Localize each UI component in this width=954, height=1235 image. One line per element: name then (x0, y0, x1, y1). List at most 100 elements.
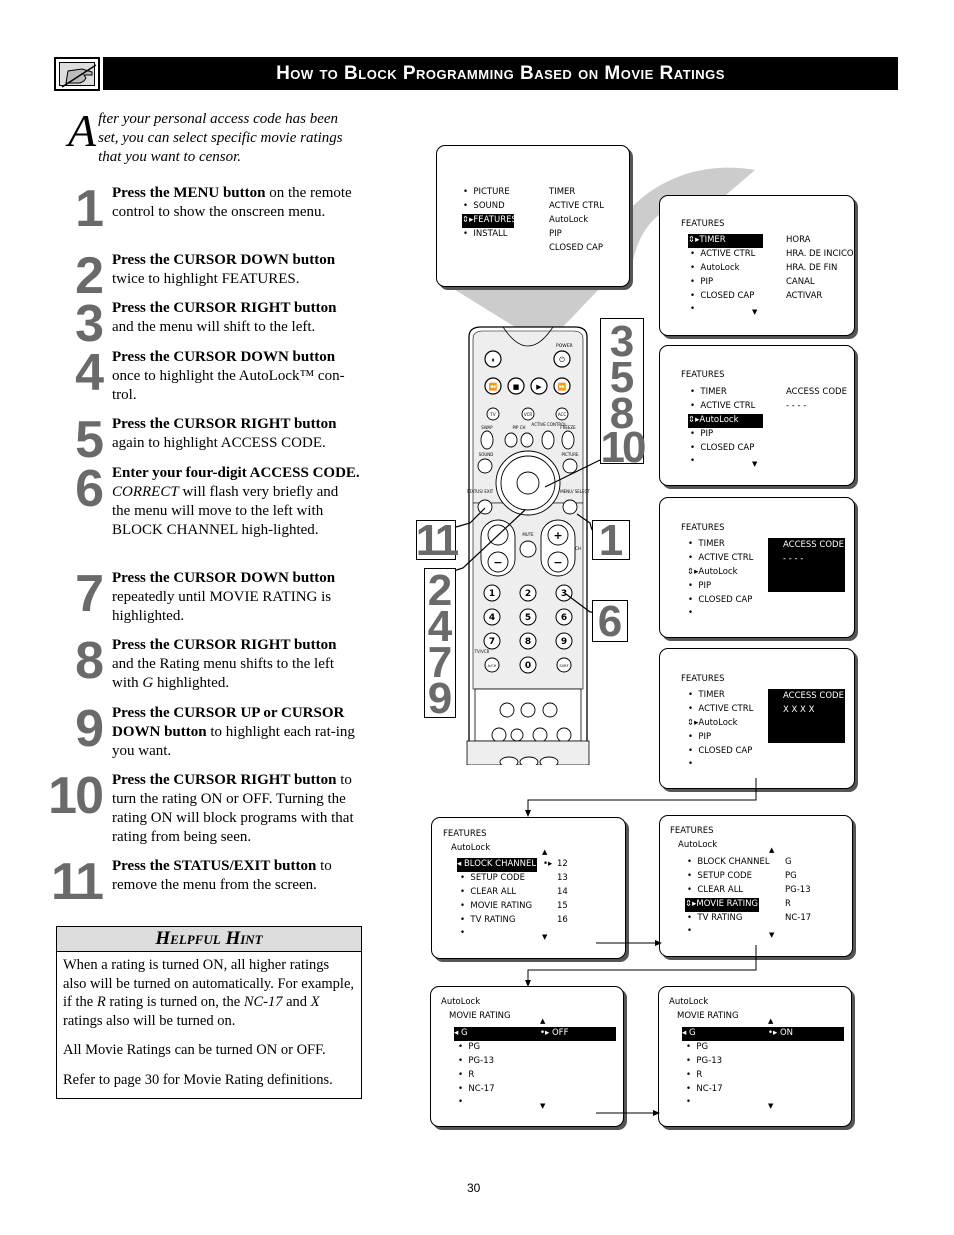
step-text: Press the CURSOR UP or CURSOR DOWN butto… (112, 705, 355, 759)
menu-item-selected: ⇕▸AutoLock (687, 718, 738, 728)
pip-up-button (520, 432, 534, 448)
channel-number: 14 (557, 887, 568, 897)
remote-beam (452, 288, 600, 330)
hint-title: Helpful Hint (57, 927, 361, 952)
menu-item: • INSTALL (463, 229, 508, 239)
hint-body: When a rating is turned ON, all higher r… (57, 952, 361, 1104)
callout-box-left-bottom: 2 4 7 9 (424, 568, 456, 721)
menu-item: • (688, 608, 694, 618)
menu-item-highlighted: ⇕▸AutoLock (688, 414, 763, 428)
menu-item: • (690, 304, 696, 314)
submenu-item: HRA. DE FIN (786, 263, 838, 273)
scroll-up-icon: ▲ (769, 846, 775, 854)
intro-paragraph: After your personal access code has been… (68, 105, 362, 167)
step-number: 8 (75, 632, 104, 690)
scroll-down-icon: ▼ (769, 931, 775, 939)
rating-option: NC-17 (785, 913, 812, 923)
svg-text:SURF: SURF (559, 664, 568, 668)
menu-item: • (690, 456, 696, 466)
svg-text:4: 4 (489, 613, 495, 623)
step-number: 5 (75, 411, 104, 469)
callout-box-right-top: 3 5 8 10 (600, 318, 646, 470)
menu-item: • R (458, 1070, 475, 1080)
step-text: Press the CURSOR DOWN button repeatedly … (112, 570, 336, 624)
step-text: Press the CURSOR RIGHT button and the Ra… (112, 637, 337, 691)
screen-title: FEATURES (681, 674, 725, 684)
svg-text:0: 0 (525, 661, 531, 671)
svg-text:■: ■ (513, 383, 520, 391)
submenu-item: CLOSED CAP (549, 243, 603, 253)
menu-item: • PG-13 (458, 1056, 495, 1066)
step-number: 10 (48, 767, 104, 825)
svg-text:A/CH: A/CH (488, 664, 497, 668)
screen-title: FEATURES (443, 829, 487, 839)
cursor-right-icon: •▸ (543, 859, 553, 869)
step-text: Press the STATUS/EXIT button to remove t… (112, 858, 332, 893)
pip-center-button (519, 756, 539, 765)
menu-item: • (686, 1097, 692, 1107)
step-number: 11 (51, 853, 104, 911)
step-text: Press the CURSOR RIGHT button and the me… (112, 300, 337, 335)
rating-option: R (785, 899, 791, 909)
svg-text:FREEZE: FREEZE (560, 425, 576, 430)
menu-item: • TIMER (688, 690, 725, 700)
rec-button (499, 702, 515, 718)
callout-box-right-bottom: 6 (592, 600, 628, 644)
callout-box-right-mid: 1 (592, 519, 630, 563)
screen-title: FEATURES (681, 219, 725, 229)
step-number: 4 (75, 344, 104, 402)
menu-item-highlighted: ⇕▸TIMER (688, 234, 763, 248)
channel-number: 16 (557, 915, 568, 925)
menu-item: • PIP (690, 277, 714, 287)
menu-item: • NC-17 (686, 1084, 723, 1094)
menu-item: • CLOSED CAP (688, 595, 753, 605)
menu-item: • TIMER (688, 539, 725, 549)
step-text: Press the CURSOR RIGHT button to turn th… (112, 772, 354, 845)
position-button (499, 756, 519, 765)
access-code-placeholder: - - - - (786, 401, 807, 411)
cc-button (520, 702, 536, 718)
screen-autolock-block-channel: FEATURES AutoLock ▲ ◂ BLOCK CHANNEL •▸ •… (431, 817, 626, 959)
menu-item-highlighted: ◂ BLOCK CHANNEL (457, 858, 537, 872)
menu-item: • SETUP CODE (687, 871, 752, 881)
page-number: 30 (467, 1181, 481, 1195)
menu-item: • PIP (688, 732, 712, 742)
menu-item: • CLEAR ALL (687, 885, 744, 895)
svg-text:−: − (553, 556, 562, 569)
screen-subtitle: MOVIE RATING (677, 1011, 739, 1021)
menu-item: • SETUP CODE (460, 873, 525, 883)
menu-item: • AutoLock (690, 263, 740, 273)
menu-item: • ACTIVE CTRL (688, 553, 754, 563)
menu-item: • PICTURE (463, 187, 510, 197)
prog-list-button (556, 727, 572, 743)
callout-box-left-mid: 11 (415, 516, 460, 565)
menu-item-highlighted: ⇕▸MOVIE RATING (685, 898, 759, 912)
power-label: POWER (556, 343, 573, 349)
step-text: Enter your four-digit ACCESS CODE. CORRE… (112, 465, 360, 538)
callout-number: 11 (415, 516, 460, 565)
menu-item: • PG (458, 1042, 481, 1052)
swap-button (480, 430, 494, 450)
menu-item: • TIMER (690, 387, 727, 397)
menu-item: • (458, 1097, 464, 1107)
access-code-box: ACCESS CODE - - - - (768, 538, 845, 592)
menu-item: • ACTIVE CTRL (688, 704, 754, 714)
active-control-button (541, 430, 555, 450)
step-number: 9 (75, 700, 104, 758)
step-text: Press the CURSOR DOWN button twice to hi… (112, 252, 336, 287)
cursor-center-button (516, 471, 540, 495)
svg-text:CH: CH (575, 546, 581, 551)
drop-cap: A (68, 105, 97, 156)
page-title: How to Block Programming Based on Movie … (276, 62, 725, 84)
screen-title: FEATURES (681, 523, 725, 533)
menu-item: • PIP (688, 581, 712, 591)
svg-text:5: 5 (525, 613, 531, 623)
svg-text:MUTE: MUTE (522, 532, 534, 537)
dolby-button (532, 727, 548, 743)
pip-button (539, 756, 559, 765)
screen-title: FEATURES (681, 370, 725, 380)
svg-text:PICTURE: PICTURE (561, 452, 579, 457)
step-number: 3 (75, 295, 104, 353)
submenu-item: PIP (549, 229, 562, 239)
submenu-item: AutoLock (549, 215, 589, 225)
